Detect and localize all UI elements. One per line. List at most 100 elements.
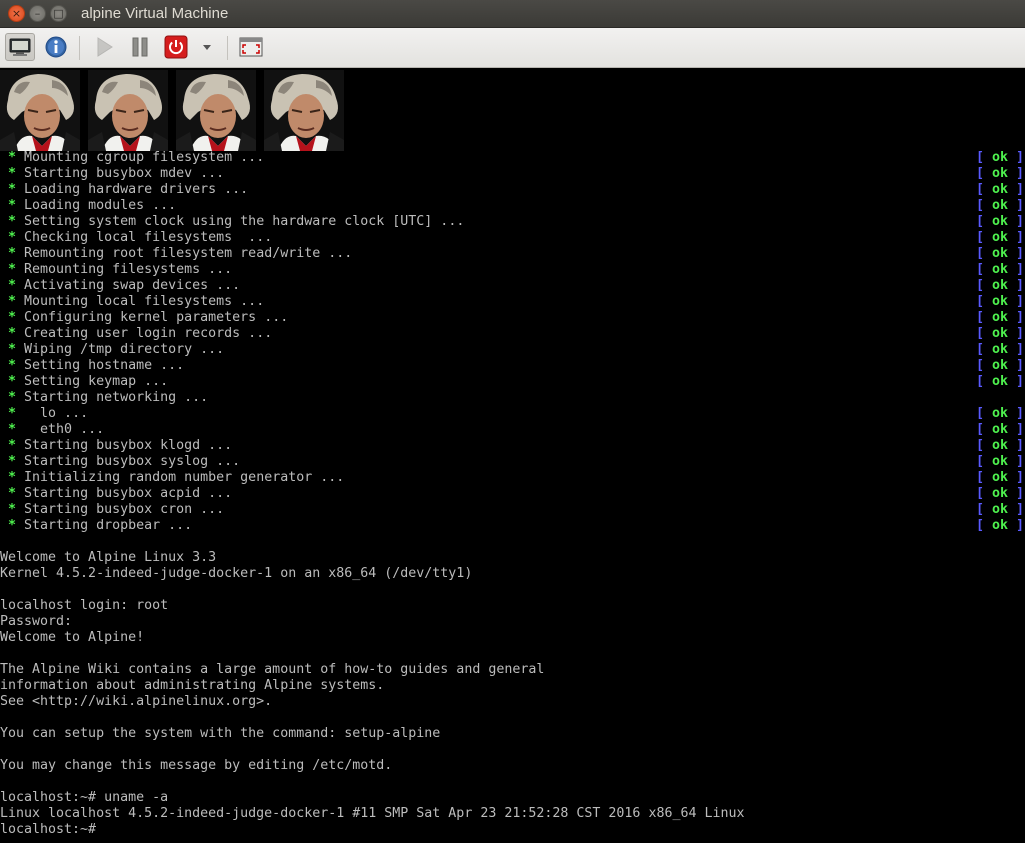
boot-bullet: *	[0, 454, 25, 469]
power-menu-dropdown[interactable]	[193, 33, 221, 61]
boot-bullet: *	[0, 422, 25, 437]
boot-bullet: *	[0, 326, 25, 341]
tux-portrait-logo	[176, 70, 256, 151]
status-ok-text: ok	[992, 278, 1009, 293]
console-line: The Alpine Wiki contains a large amount …	[0, 662, 545, 677]
console-line: You may change this message by editing /…	[0, 758, 393, 773]
boot-message: Starting busybox mdev ...	[24, 166, 225, 181]
status-bracket-close: ]	[1008, 150, 1025, 165]
console-line: Linux localhost 4.5.2-indeed-judge-docke…	[0, 806, 745, 821]
info-button[interactable]	[41, 33, 71, 61]
status-ok-badge: [ ok ]	[976, 374, 1024, 390]
maximize-icon: □	[53, 7, 64, 20]
status-ok-badge: [ ok ]	[976, 214, 1024, 230]
status-bracket-open: [	[976, 150, 993, 165]
boot-message: Starting busybox syslog ...	[24, 454, 241, 469]
status-ok-text: ok	[992, 310, 1009, 325]
status-ok-badge: [ ok ]	[976, 166, 1024, 182]
boot-message: Setting keymap ...	[24, 374, 169, 389]
status-ok-badge: [ ok ]	[976, 406, 1024, 422]
boot-line: * Starting busybox mdev ... [ ok ]	[0, 166, 1025, 182]
close-window-button[interactable]: ×	[8, 5, 25, 22]
boot-bullet: *	[0, 310, 25, 325]
status-bracket-close: ]	[1008, 214, 1025, 229]
boot-bullet: *	[0, 406, 25, 421]
vm-console-screen[interactable]: * Mounting cgroup filesystem ... [ ok ] *…	[0, 68, 1025, 843]
console-line: Welcome to Alpine Linux 3.3	[0, 550, 217, 565]
boot-message: Setting hostname ...	[24, 358, 185, 373]
console-line: See <http://wiki.alpinelinux.org>.	[0, 694, 273, 709]
boot-message: Configuring kernel parameters ...	[24, 310, 289, 325]
status-ok-text: ok	[992, 166, 1009, 181]
boot-line: * Starting busybox acpid ... [ ok ]	[0, 486, 1025, 502]
boot-message: Setting system clock using the hardware …	[24, 214, 465, 229]
boot-line: * Mounting local filesystems ... [ ok ]	[0, 294, 1025, 310]
status-ok-text: ok	[992, 262, 1009, 277]
status-ok-badge: [ ok ]	[976, 470, 1024, 486]
minimize-window-button[interactable]: –	[29, 5, 46, 22]
boot-line: * Starting networking ...	[0, 390, 1025, 406]
boot-line: * Setting hostname ... [ ok ]	[0, 358, 1025, 374]
boot-bullet: *	[0, 214, 25, 229]
status-bracket-close: ]	[1008, 166, 1025, 181]
status-bracket-open: [	[976, 182, 993, 197]
info-icon	[45, 36, 67, 58]
run-button[interactable]	[89, 33, 119, 61]
status-ok-badge: [ ok ]	[976, 278, 1024, 294]
status-bracket-open: [	[976, 230, 993, 245]
status-bracket-open: [	[976, 278, 993, 293]
boot-bullet: *	[0, 438, 25, 453]
status-bracket-close: ]	[1008, 342, 1025, 357]
status-ok-text: ok	[992, 150, 1009, 165]
status-ok-badge: [ ok ]	[976, 326, 1024, 342]
status-ok-badge: [ ok ]	[976, 342, 1024, 358]
toolbar-separator	[227, 36, 228, 60]
boot-line: * Mounting cgroup filesystem ... [ ok ]	[0, 150, 1025, 166]
boot-message: Remounting filesystems ...	[24, 262, 233, 277]
power-button[interactable]	[161, 33, 191, 61]
status-bracket-close: ]	[1008, 374, 1025, 389]
status-ok-text: ok	[992, 470, 1009, 485]
status-ok-text: ok	[992, 214, 1009, 229]
status-bracket-close: ]	[1008, 294, 1025, 309]
maximize-window-button[interactable]: □	[50, 5, 67, 22]
console-view-button[interactable]	[5, 33, 35, 61]
boot-bullet: *	[0, 374, 25, 389]
status-ok-badge: [ ok ]	[976, 294, 1024, 310]
boot-line: * lo ... [ ok ]	[0, 406, 1025, 422]
boot-bullet: *	[0, 470, 25, 485]
boot-bullet: *	[0, 486, 25, 501]
tux-portrait-logo	[88, 70, 168, 151]
status-bracket-open: [	[976, 438, 993, 453]
status-ok-badge: [ ok ]	[976, 518, 1024, 534]
status-bracket-close: ]	[1008, 502, 1025, 517]
fullscreen-button[interactable]	[236, 33, 266, 61]
status-bracket-open: [	[976, 502, 993, 517]
pause-button[interactable]	[125, 33, 155, 61]
status-ok-badge: [ ok ]	[976, 182, 1024, 198]
boot-line: * Remounting root filesystem read/write …	[0, 246, 1025, 262]
status-ok-badge: [ ok ]	[976, 438, 1024, 454]
boot-message: Loading hardware drivers ...	[24, 182, 249, 197]
status-bracket-close: ]	[1008, 182, 1025, 197]
status-bracket-close: ]	[1008, 246, 1025, 261]
boot-line: * Activating swap devices ... [ ok ]	[0, 278, 1025, 294]
boot-message: Starting busybox acpid ...	[24, 486, 233, 501]
tux-portrait-logo	[264, 70, 344, 151]
status-bracket-close: ]	[1008, 358, 1025, 373]
boot-message: Activating swap devices ...	[24, 278, 241, 293]
boot-message: Checking local filesystems ...	[24, 230, 273, 245]
status-bracket-open: [	[976, 166, 993, 181]
boot-bullet: *	[0, 246, 25, 261]
toolbar-separator	[79, 36, 80, 60]
status-ok-text: ok	[992, 246, 1009, 261]
status-bracket-open: [	[976, 358, 993, 373]
status-ok-text: ok	[992, 422, 1009, 437]
status-ok-badge: [ ok ]	[976, 262, 1024, 278]
boot-line: * Loading modules ... [ ok ]	[0, 198, 1025, 214]
status-ok-badge: [ ok ]	[976, 310, 1024, 326]
pause-icon	[132, 37, 148, 57]
status-bracket-open: [	[976, 422, 993, 437]
status-bracket-close: ]	[1008, 438, 1025, 453]
